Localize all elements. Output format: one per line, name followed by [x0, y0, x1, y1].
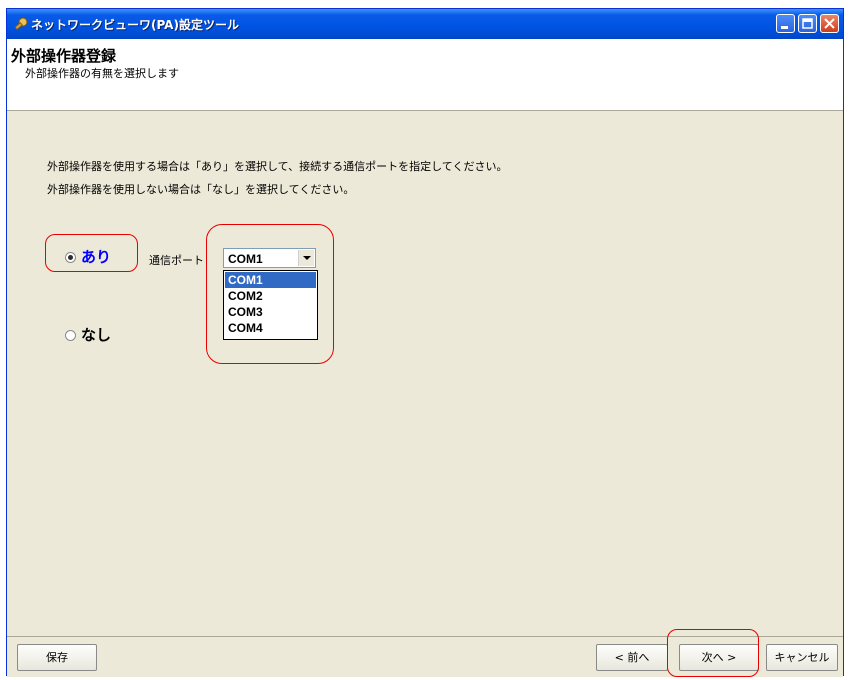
- save-button[interactable]: 保存: [17, 644, 97, 671]
- back-button[interactable]: < 前へ: [596, 644, 668, 671]
- maximize-button[interactable]: [798, 14, 817, 33]
- radio-yes[interactable]: [65, 252, 76, 263]
- radio-no-label[interactable]: なし: [81, 324, 111, 345]
- minimize-icon: [781, 26, 788, 29]
- close-icon: [824, 18, 835, 29]
- cancel-button[interactable]: キャンセル: [766, 644, 838, 671]
- next-button[interactable]: 次へ >: [679, 644, 759, 671]
- window-title: ネットワークビューワ(PA)設定ツール: [31, 18, 239, 32]
- page-subtitle: 外部操作器の有無を選択します: [25, 67, 179, 80]
- minimize-button[interactable]: [776, 14, 795, 33]
- port-option-com3[interactable]: COM3: [225, 304, 316, 320]
- wizard-header: 外部操作器登録 外部操作器の有無を選択します: [7, 39, 843, 111]
- app-window: ネットワークビューワ(PA)設定ツール 外部操作器登録 外部操作器の有無を選択し…: [6, 8, 844, 677]
- port-select-value: COM1: [228, 252, 263, 266]
- chevron-down-icon[interactable]: [298, 250, 314, 266]
- page-title: 外部操作器登録: [11, 47, 117, 65]
- port-label: 通信ポート: [149, 254, 204, 267]
- port-option-com4[interactable]: COM4: [225, 320, 316, 336]
- radio-no[interactable]: [65, 330, 76, 341]
- port-option-com2[interactable]: COM2: [225, 288, 316, 304]
- instruction-line-2: 外部操作器を使用しない場合は「なし」を選択してください。: [47, 183, 355, 196]
- instruction-line-1: 外部操作器を使用する場合は「あり」を選択して、接続する通信ポートを指定してくださ…: [47, 160, 508, 173]
- wizard-button-bar: 保存 < 前へ 次へ > キャンセル: [7, 636, 843, 677]
- port-option-com1[interactable]: COM1: [225, 272, 316, 288]
- maximize-icon: [802, 18, 813, 29]
- port-select[interactable]: COM1: [223, 248, 316, 268]
- port-dropdown-list: COM1 COM2 COM3 COM4: [223, 270, 318, 340]
- radio-yes-label[interactable]: あり: [81, 246, 111, 267]
- wrench-icon: [13, 16, 29, 32]
- close-button[interactable]: [820, 14, 839, 33]
- title-bar[interactable]: ネットワークビューワ(PA)設定ツール: [7, 9, 843, 39]
